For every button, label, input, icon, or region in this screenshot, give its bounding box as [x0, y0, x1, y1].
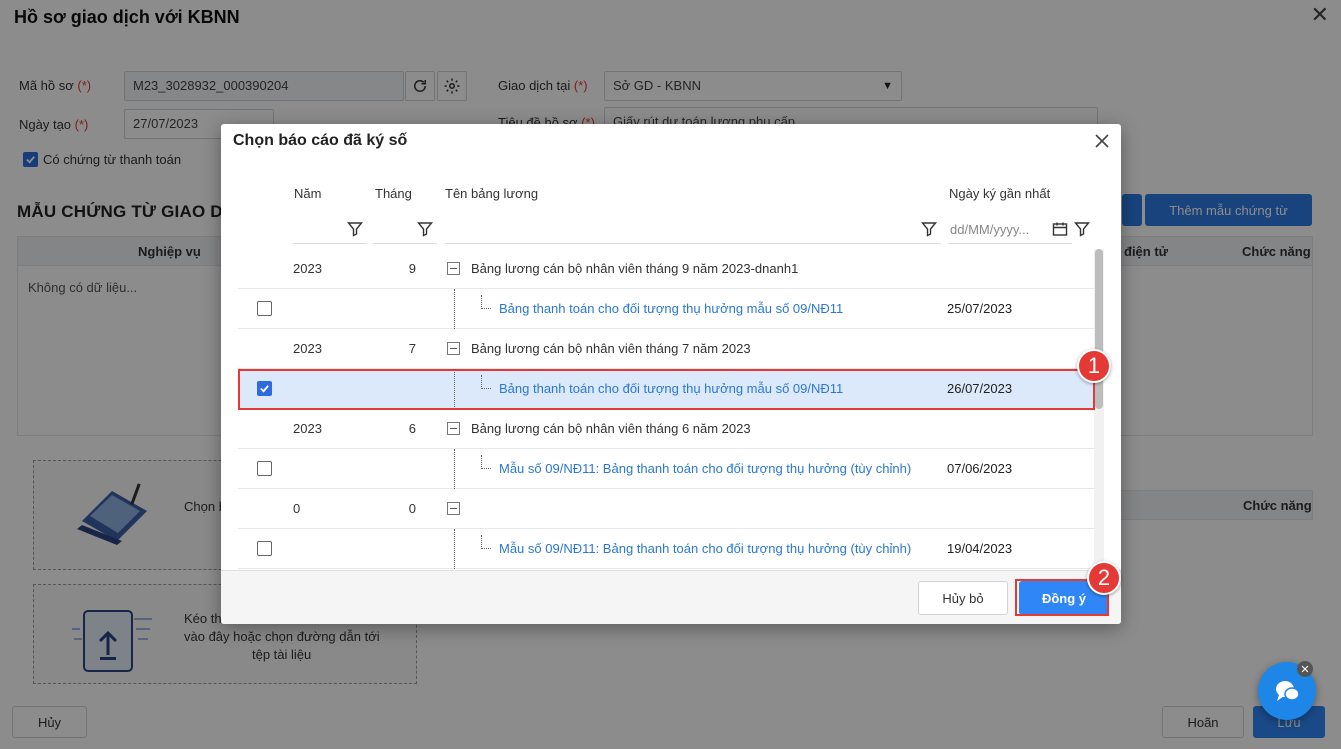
- filter-thang[interactable]: [373, 216, 437, 244]
- row-nam: 2023: [293, 341, 322, 356]
- tree-branch: [481, 455, 491, 469]
- scrollbar-thumb[interactable]: [1095, 249, 1103, 409]
- tree-line: [454, 529, 455, 569]
- tree-branch: [481, 295, 491, 309]
- dialog-close-button[interactable]: [1091, 130, 1113, 152]
- tree-branch: [481, 535, 491, 549]
- dialog-footer: Hủy bỏ Đồng ý: [221, 570, 1121, 624]
- step-badge-2: 2: [1087, 561, 1121, 595]
- collapse-icon[interactable]: [447, 342, 460, 355]
- row-ngay-ky: 19/04/2023: [947, 541, 1013, 556]
- column-thang: Tháng: [375, 186, 412, 201]
- row-checkbox[interactable]: [257, 301, 272, 316]
- highlight-box-step1: [238, 369, 1095, 410]
- row-checkbox[interactable]: [257, 461, 272, 476]
- scrollbar[interactable]: [1094, 249, 1104, 569]
- calendar-icon[interactable]: [1052, 221, 1068, 237]
- row-nam: 0: [293, 501, 301, 516]
- filter-ten-bang-luong[interactable]: [445, 216, 941, 244]
- collapse-icon[interactable]: [447, 502, 460, 515]
- group-row[interactable]: 2023 6 Bảng lương cán bộ nhân viên tháng…: [238, 409, 1094, 449]
- report-link[interactable]: Mẫu số 09/NĐ11: Bảng thanh toán cho đối …: [499, 461, 911, 476]
- column-ngay-ky: Ngày ký gần nhất: [949, 186, 1051, 201]
- collapse-icon[interactable]: [447, 422, 460, 435]
- filter-ngay-ky[interactable]: dd/MM/yyyy...: [948, 216, 1072, 244]
- row-ten: Bảng lương cán bộ nhân viên tháng 9 năm …: [471, 261, 799, 276]
- row-nam: 2023: [293, 421, 322, 436]
- report-row[interactable]: Mẫu số 09/NĐ11: Bảng thanh toán cho đối …: [238, 449, 1094, 489]
- filter-icon[interactable]: [921, 221, 937, 237]
- row-checkbox[interactable]: [257, 541, 272, 556]
- row-thang: 6: [408, 421, 416, 436]
- collapse-icon[interactable]: [447, 262, 460, 275]
- filter-icon[interactable]: [347, 221, 363, 237]
- report-row[interactable]: Bảng thanh toán cho đối tượng thụ hưởng …: [238, 289, 1094, 329]
- row-thang: 7: [408, 341, 416, 356]
- filter-icon[interactable]: [417, 221, 433, 237]
- chat-close-icon[interactable]: ✕: [1297, 661, 1313, 677]
- dialog-title: Chọn báo cáo đã ký số: [233, 132, 408, 149]
- group-row[interactable]: 2023 7 Bảng lương cán bộ nhân viên tháng…: [238, 329, 1094, 369]
- row-ngay-ky: 25/07/2023: [947, 301, 1013, 316]
- group-row[interactable]: 0 0: [238, 489, 1094, 529]
- row-nam: 2023: [293, 261, 322, 276]
- step-badge-1: 1: [1077, 349, 1111, 383]
- column-nam: Năm: [294, 186, 322, 201]
- row-ten: Bảng lương cán bộ nhân viên tháng 7 năm …: [471, 341, 751, 356]
- close-icon: [1095, 134, 1109, 148]
- row-thang: 9: [408, 261, 416, 276]
- filter-icon[interactable]: [1074, 221, 1090, 237]
- date-filter-input[interactable]: dd/MM/yyyy...: [950, 222, 1029, 237]
- group-row[interactable]: 2023 9 Bảng lương cán bộ nhân viên tháng…: [238, 249, 1094, 289]
- chat-icon: [1276, 681, 1300, 701]
- column-ten-bang-luong: Tên bảng lương: [445, 186, 539, 201]
- row-thang: 0: [408, 501, 416, 516]
- tree-line: [454, 289, 455, 329]
- row-ngay-ky: 07/06/2023: [947, 461, 1013, 476]
- row-ten: Bảng lương cán bộ nhân viên tháng 6 năm …: [471, 421, 751, 436]
- report-link[interactable]: Bảng thanh toán cho đối tượng thụ hưởng …: [499, 301, 843, 316]
- filter-nam[interactable]: [293, 216, 367, 244]
- report-row[interactable]: Mẫu số 09/NĐ11: Bảng thanh toán cho đối …: [238, 529, 1094, 569]
- tree-line: [454, 449, 455, 489]
- huy-bo-button[interactable]: Hủy bỏ: [918, 581, 1008, 615]
- report-link[interactable]: Mẫu số 09/NĐ11: Bảng thanh toán cho đối …: [499, 541, 911, 556]
